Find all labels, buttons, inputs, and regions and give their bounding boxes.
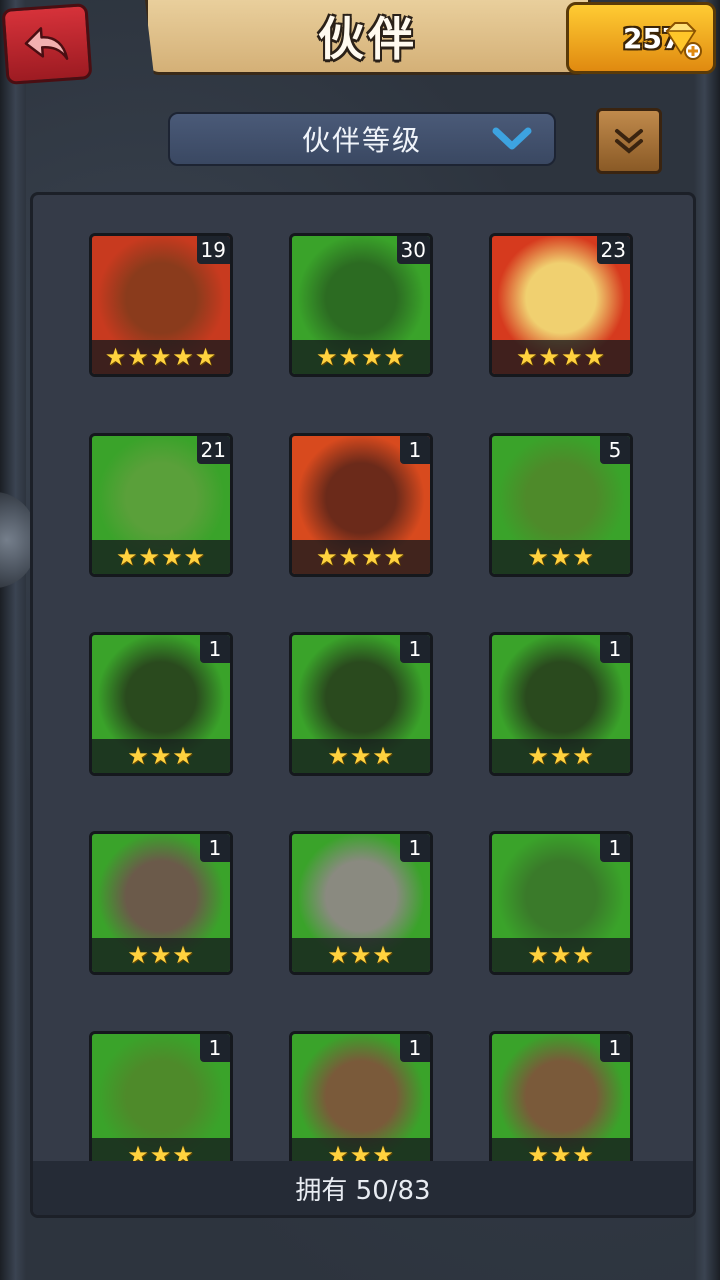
companion-stars: ★★★★ <box>292 540 430 574</box>
companion-card[interactable]: 5 ★★★ <box>489 433 633 577</box>
companion-stars: ★★★ <box>292 1138 430 1161</box>
companion-card[interactable]: 1 ★★★ <box>489 1031 633 1161</box>
companion-level: 23 <box>596 236 630 264</box>
companion-level: 1 <box>400 1034 430 1062</box>
companion-stars: ★★★ <box>492 739 630 773</box>
back-button[interactable] <box>1 3 93 85</box>
companion-level: 1 <box>200 1034 230 1062</box>
companion-card[interactable]: 1 ★★★ <box>89 1031 233 1161</box>
sort-order-button[interactable] <box>596 108 662 174</box>
companion-level: 1 <box>200 834 230 862</box>
companion-card[interactable]: 19 ★★★★★ <box>89 233 233 377</box>
companion-panel: 19 ★★★★★ 30 ★★★★ 23 ★★★★ 21 ★★★★ 1 ★★★★ 5 ★★★ 1 ★★★ 1 ★… <box>30 192 696 1218</box>
companion-level: 1 <box>200 635 230 663</box>
companion-level: 1 <box>600 635 630 663</box>
back-arrow-icon <box>24 27 69 60</box>
companion-stars: ★★★ <box>492 540 630 574</box>
gem-icon <box>665 22 702 60</box>
companion-level: 1 <box>600 1034 630 1062</box>
owned-count: 拥有 50/83 <box>295 1175 431 1206</box>
companion-stars: ★★★ <box>492 1138 630 1161</box>
stone-border-left <box>0 0 26 1280</box>
chevron-down-icon <box>492 127 532 150</box>
companion-card[interactable]: 1 ★★★ <box>289 831 433 975</box>
gem-currency-button[interactable]: 257 <box>566 2 716 74</box>
companion-stars: ★★★ <box>92 1138 230 1161</box>
companion-level: 5 <box>600 436 630 464</box>
sort-dropdown[interactable]: 伙伴等级 <box>168 112 556 166</box>
companion-stars: ★★★ <box>292 938 430 972</box>
companion-level: 1 <box>400 436 430 464</box>
companion-level: 30 <box>396 236 430 264</box>
page-title: 伙伴 <box>318 12 418 66</box>
companion-stars: ★★★ <box>92 938 230 972</box>
companion-card[interactable]: 1 ★★★ <box>89 831 233 975</box>
stone-border-right <box>694 0 720 1280</box>
companion-stars: ★★★★★ <box>92 340 230 374</box>
title-banner: 伙伴 <box>145 0 591 75</box>
companion-card[interactable]: 21 ★★★★ <box>89 433 233 577</box>
companion-card[interactable]: 1 ★★★ <box>489 831 633 975</box>
footer-bar: 拥有 50/83 <box>33 1161 693 1215</box>
companion-card[interactable]: 30 ★★★★ <box>289 233 433 377</box>
companion-card[interactable]: 23 ★★★★ <box>489 233 633 377</box>
companion-stars: ★★★ <box>492 938 630 972</box>
companion-stars: ★★★★ <box>92 540 230 574</box>
companion-level: 1 <box>400 834 430 862</box>
companion-card[interactable]: 1 ★★★★ <box>289 433 433 577</box>
companion-stars: ★★★★ <box>492 340 630 374</box>
companion-grid: 19 ★★★★★ 30 ★★★★ 23 ★★★★ 21 ★★★★ 1 ★★★★ 5 ★★★ 1 ★★★ 1 ★… <box>33 195 693 1161</box>
companion-card[interactable]: 1 ★★★ <box>489 632 633 776</box>
sort-label: 伙伴等级 <box>301 124 422 157</box>
companion-card[interactable]: 1 ★★★ <box>289 1031 433 1161</box>
sort-order-icon <box>615 129 643 154</box>
companion-level: 1 <box>600 834 630 862</box>
companion-stars: ★★★★ <box>292 340 430 374</box>
companion-card[interactable]: 1 ★★★ <box>289 632 433 776</box>
companion-card[interactable]: 1 ★★★ <box>89 632 233 776</box>
companion-stars: ★★★ <box>92 739 230 773</box>
companion-level: 21 <box>196 436 230 464</box>
companion-stars: ★★★ <box>292 739 430 773</box>
companion-level: 1 <box>400 635 430 663</box>
companion-level: 19 <box>196 236 230 264</box>
